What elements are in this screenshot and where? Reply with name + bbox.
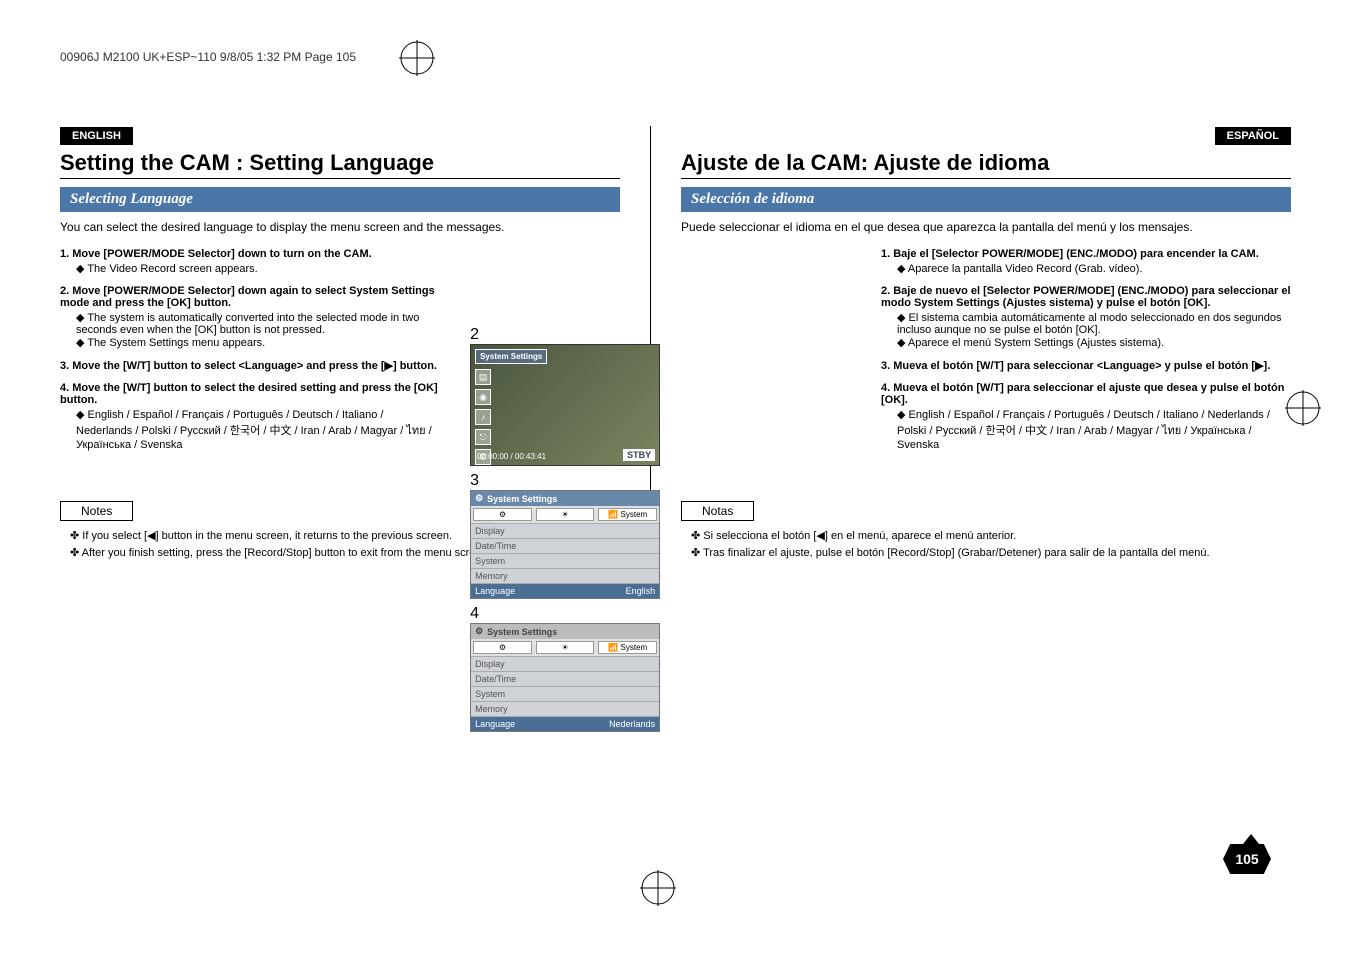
language-badge: ENGLISH	[60, 127, 133, 145]
step-1-title: 1. Baje el [Selector POWER/MODE] (ENC./M…	[881, 248, 1291, 260]
sel-value: Nederlands	[609, 719, 655, 729]
panel-title: System Settings	[487, 627, 557, 637]
row-system: System	[471, 553, 659, 568]
step-1-sub: ◆ Aparece la pantalla Video Record (Grab…	[897, 262, 1291, 275]
sel-label: Language	[475, 719, 515, 729]
row-display: Display	[471, 656, 659, 671]
registration-mark-bottom	[640, 870, 676, 911]
row-datetime: Date/Time	[471, 671, 659, 686]
time-counter: 00:00:00 / 00:43:41	[477, 452, 546, 461]
print-header: 00906J M2100 UK+ESP~110 9/8/05 1:32 PM P…	[60, 40, 1291, 76]
step-2-sub-1: ◆ El sistema cambia automáticamente al m…	[897, 311, 1291, 336]
step-3-title: 3. Mueva el botón [W/T] para seleccionar…	[881, 359, 1291, 372]
step-4-title: 4. Move the [W/T] button to select the d…	[60, 382, 440, 406]
row-display: Display	[471, 523, 659, 538]
row-memory: Memory	[471, 568, 659, 583]
step-2-title: 2. Baje de nuevo el [Selector POWER/MODE…	[881, 285, 1291, 309]
step-2-sub-2: ◆ The System Settings menu appears.	[76, 336, 440, 349]
notes-label: Notes	[60, 501, 133, 521]
screenshot-number-3: 3	[470, 472, 660, 490]
mode-mic-icon: ⎋	[475, 429, 491, 445]
video-record-preview: System Settings ▤◉♪⎋⚙ STBY 00:00:00 / 00…	[470, 344, 660, 466]
row-language-selected: Language English	[471, 583, 659, 598]
step-4-title: 4. Mueva el botón [W/T] para seleccionar…	[881, 382, 1291, 406]
header-text: 00906J M2100 UK+ESP~110 9/8/05 1:32 PM P…	[60, 50, 356, 64]
instructions-list: 1. Baje el [Selector POWER/MODE] (ENC./M…	[881, 248, 1291, 451]
panel-title: System Settings	[487, 494, 557, 504]
mode-music-icon: ♪	[475, 409, 491, 425]
page-number: 105	[1223, 844, 1271, 874]
tab-icon-2: ☀	[536, 641, 595, 654]
step-1-title: 1. Move [POWER/MODE Selector] down to tu…	[60, 248, 440, 260]
sel-label: Language	[475, 586, 515, 596]
settings-icon: ⚙	[475, 626, 483, 637]
step-3-title: 3. Move the [W/T] button to select <Lang…	[60, 359, 440, 372]
stby-badge: STBY	[623, 449, 655, 461]
note-2: ✤ Tras finalizar el ajuste, pulse el bot…	[691, 546, 1291, 559]
sel-value: English	[626, 586, 656, 596]
english-column: ENGLISH Setting the CAM : Setting Langua…	[60, 126, 620, 563]
overlay-title: System Settings	[475, 349, 547, 364]
page-arrow-icon	[1243, 834, 1259, 844]
language-badge: ESPAÑOL	[1215, 127, 1291, 145]
system-settings-panel-4: ⚙ System Settings ⚙ ☀📶 System Display Date…	[470, 623, 660, 732]
step-2-sub-1: ◆ The system is automatically converted …	[76, 311, 440, 336]
system-settings-panel-3: ⚙ System Settings ⚙ ☀📶 System Display Date…	[470, 490, 660, 599]
row-memory: Memory	[471, 701, 659, 716]
screenshot-stack: 2 System Settings ▤ ◉ ♪ ⎋ ⚙ STBY 00:00:00 / …	[470, 326, 660, 738]
step-1-sub: ◆ The Video Record screen appears.	[76, 262, 440, 275]
crop-mark-icon	[399, 40, 435, 76]
tab-icon-1: ⚙	[473, 508, 532, 521]
instructions-list: 1. Move [POWER/MODE Selector] down to tu…	[60, 248, 440, 451]
spanish-column: ESPAÑOL Ajuste de la CAM: Ajuste de idio…	[681, 126, 1291, 563]
tab-icon-2: ☀	[536, 508, 595, 521]
screenshot-number-4: 4	[470, 605, 660, 623]
row-datetime: Date/Time	[471, 538, 659, 553]
page-title: Ajuste de la CAM: Ajuste de idioma	[681, 150, 1291, 179]
tab-icon-3: 📶 System	[598, 508, 657, 521]
step-2-sub-2: ◆ Aparece el menú System Settings (Ajust…	[897, 336, 1291, 349]
section-title: Selecting Language	[60, 187, 620, 212]
mode-photo-icon: ◉	[475, 389, 491, 405]
step-2-title: 2. Move [POWER/MODE Selector] down again…	[60, 285, 440, 309]
mode-video-icon: ▤	[475, 369, 491, 385]
registration-mark-right	[1285, 390, 1321, 431]
row-system: System	[471, 686, 659, 701]
step-4-sub: ◆ English / Español / Français / Portugu…	[76, 408, 440, 451]
intro-text: You can select the desired language to d…	[60, 220, 620, 234]
notes-label: Notas	[681, 501, 754, 521]
settings-icon: ⚙	[475, 493, 483, 504]
tab-icon-3: 📶 System	[598, 641, 657, 654]
row-language-selected: Language Nederlands	[471, 716, 659, 731]
tab-icon-1: ⚙	[473, 641, 532, 654]
step-4-sub: ◆ English / Español / Français / Portugu…	[897, 408, 1291, 451]
screenshot-number-2: 2	[470, 326, 660, 344]
note-1: ✤ Si selecciona el botón [◀] en el menú,…	[691, 529, 1291, 542]
section-title: Selección de idioma	[681, 187, 1291, 212]
intro-text: Puede seleccionar el idioma en el que de…	[681, 220, 1291, 234]
page-title: Setting the CAM : Setting Language	[60, 150, 620, 179]
